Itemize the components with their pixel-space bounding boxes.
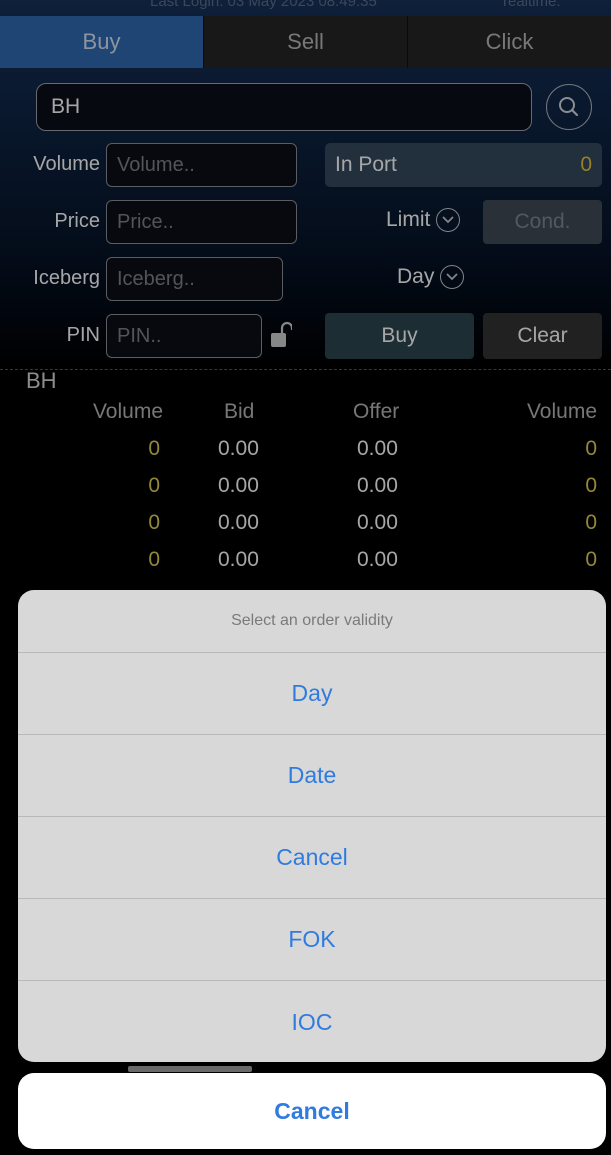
order-validity-action-sheet: Select an order validity Day Date Cancel… (18, 590, 606, 1062)
option-ioc[interactable]: IOC (18, 981, 606, 1062)
background-bar (128, 1066, 252, 1072)
action-sheet-title: Select an order validity (18, 590, 606, 653)
option-date[interactable]: Date (18, 735, 606, 817)
option-day[interactable]: Day (18, 653, 606, 735)
option-cancel[interactable]: Cancel (18, 817, 606, 899)
cancel-button[interactable]: Cancel (18, 1073, 606, 1149)
option-fok[interactable]: FOK (18, 899, 606, 981)
